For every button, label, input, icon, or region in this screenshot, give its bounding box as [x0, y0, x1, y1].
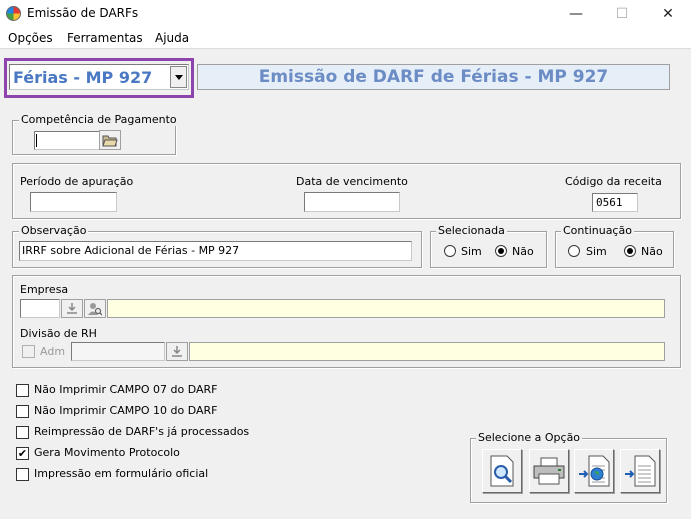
person-search-icon	[88, 302, 102, 316]
divisao-code-input[interactable]	[71, 342, 165, 361]
option-label-2: Não Imprimir CAMPO 10 do DARF	[34, 404, 218, 417]
empresa-code-input[interactable]	[20, 299, 60, 318]
option-label-4: Gera Movimento Protocolo	[34, 446, 180, 459]
observacao-label: Observação	[19, 224, 89, 237]
competencia-label: Competência de Pagamento	[19, 113, 179, 126]
vencimento-input[interactable]	[304, 192, 400, 212]
globe-document-icon	[579, 455, 610, 487]
continuacao-nao-radio[interactable]	[624, 245, 636, 257]
option-checkbox-2[interactable]	[16, 405, 29, 418]
continuacao-nao-label: Não	[641, 245, 663, 258]
darf-type-select[interactable]: Férias - MP 927	[9, 64, 189, 90]
selecionada-nao-radio[interactable]	[495, 245, 507, 257]
empresa-label: Empresa	[20, 283, 69, 296]
window-title: Emissão de DARFs	[27, 6, 139, 20]
observacao-input[interactable]: IRRF sobre Adicional de Férias - MP 927	[19, 241, 412, 261]
adm-label: Adm	[40, 345, 66, 358]
selecionada-sim-radio[interactable]	[444, 245, 456, 257]
adm-checkbox[interactable]	[22, 345, 35, 358]
empresa-name-field	[107, 299, 665, 318]
selecionada-nao-label: Não	[512, 245, 534, 258]
option-label-5: Impressão em formulário oficial	[34, 467, 209, 480]
option-label-3: Reimpressão de DARF's já processados	[34, 425, 250, 438]
generate-button[interactable]	[620, 449, 660, 493]
printer-icon	[533, 457, 565, 485]
empresa-import-button[interactable]	[61, 299, 83, 318]
divisao-import-button[interactable]	[166, 342, 188, 361]
continuacao-label: Continuação	[561, 224, 634, 237]
text-cursor	[36, 134, 37, 147]
banner-title: Emissão de DARF de Férias - MP 927	[258, 67, 609, 87]
preview-button[interactable]	[482, 449, 522, 493]
continuacao-sim-label: Sim	[586, 245, 607, 258]
selecionada-label: Selecionada	[436, 224, 507, 237]
divisao-label: Divisão de RH	[20, 327, 97, 340]
competencia-input[interactable]	[34, 131, 100, 150]
download-arrow-icon	[67, 303, 77, 314]
export-button[interactable]	[574, 449, 614, 493]
banner: Emissão de DARF de Férias - MP 927	[197, 64, 670, 90]
download-arrow-icon	[172, 346, 182, 357]
checkmark-icon: ✔	[17, 447, 28, 460]
folder-open-icon	[102, 135, 118, 146]
darf-type-value: Férias - MP 927	[13, 68, 153, 87]
option-checkbox-4[interactable]: ✔	[16, 447, 29, 460]
periodo-label: Período de apuração	[20, 175, 134, 188]
periodo-input[interactable]	[30, 192, 117, 212]
empresa-search-button[interactable]	[84, 299, 106, 318]
close-button[interactable]: ✕	[645, 0, 691, 28]
codigo-input[interactable]: 0561	[592, 193, 638, 212]
print-button[interactable]	[529, 449, 569, 493]
option-checkbox-1[interactable]	[16, 384, 29, 397]
continuacao-sim-radio[interactable]	[568, 245, 580, 257]
app-icon	[6, 6, 21, 21]
menu-ferramentas[interactable]: Ferramentas	[67, 31, 143, 45]
chevron-down-icon[interactable]	[170, 66, 187, 88]
minimize-button[interactable]: —	[553, 0, 599, 28]
folder-button[interactable]	[99, 130, 121, 150]
magnifier-document-icon	[490, 455, 514, 487]
option-checkbox-5[interactable]	[16, 468, 29, 481]
menu-ajuda[interactable]: Ajuda	[155, 31, 189, 45]
action-group-label: Selecione a Opção	[476, 431, 583, 444]
selecionada-sim-label: Sim	[461, 245, 482, 258]
option-checkbox-3[interactable]	[16, 426, 29, 439]
vencimento-label: Data de vencimento	[296, 175, 408, 188]
menu-opcoes[interactable]: Opções	[8, 31, 53, 45]
maximize-button[interactable]: ☐	[599, 0, 645, 28]
divisao-name-field	[189, 342, 665, 361]
option-label-1: Não Imprimir CAMPO 07 do DARF	[34, 383, 218, 396]
codigo-label: Código da receita	[565, 175, 662, 188]
arrow-document-icon	[625, 455, 656, 487]
